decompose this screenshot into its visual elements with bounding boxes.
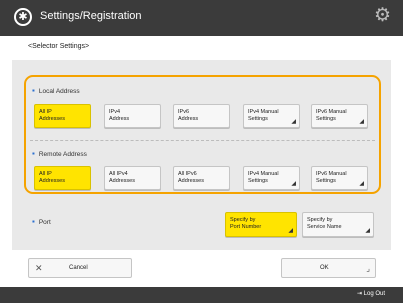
close-icon: ✕ [35, 263, 43, 273]
local-all-ip-button[interactable]: All IP Addresses [34, 104, 91, 128]
page-title: Settings/Registration [40, 10, 142, 22]
local-ipv6-button[interactable]: IPv6 Address [173, 104, 230, 128]
submenu-corner-icon: ◢ [365, 227, 370, 234]
submenu-corner-icon: ◢ [359, 118, 364, 125]
title-bar: ✱ Settings/Registration ⚙ [0, 0, 403, 36]
logout-button[interactable]: ⇥ Log Out [357, 290, 385, 297]
remote-ipv4-manual-button[interactable]: IPv4 Manual Settings ◢ [243, 166, 300, 190]
local-ipv6-manual-button[interactable]: IPv6 Manual Settings ◢ [311, 104, 368, 128]
bullet-icon: ▪ [32, 149, 35, 158]
bottom-bar: ⇥ Log Out [0, 287, 403, 303]
submenu-corner-icon: ◢ [291, 118, 296, 125]
submenu-corner-icon: ◢ [288, 227, 293, 234]
specify-by-service-name-button[interactable]: Specify by Service Name ◢ [302, 212, 374, 237]
bullet-icon: ▪ [32, 86, 35, 95]
bullet-icon: ▪ [32, 217, 35, 226]
checkmark-icon: ⌟ [366, 264, 370, 273]
local-address-label: ▪ Local Address [32, 86, 80, 95]
settings-star-icon: ✱ [14, 8, 32, 26]
specify-by-port-number-button[interactable]: Specify by Port Number ◢ [225, 212, 297, 237]
local-ipv4-button[interactable]: IPv4 Address [104, 104, 161, 128]
submenu-corner-icon: ◢ [359, 180, 364, 187]
cancel-button[interactable]: ✕ Cancel [28, 258, 132, 278]
screen-subtitle: <Selector Settings> [28, 43, 90, 50]
ok-button[interactable]: OK ⌟ [281, 258, 376, 278]
port-label: ▪ Port [32, 217, 51, 226]
remote-address-label: ▪ Remote Address [32, 149, 87, 158]
remote-all-ipv4-button[interactable]: All IPv4 Addresses [104, 166, 161, 190]
local-ipv4-manual-button[interactable]: IPv4 Manual Settings ◢ [243, 104, 300, 128]
logout-icon: ⇥ [356, 291, 362, 297]
section-divider [30, 140, 375, 141]
gear-icon[interactable]: ⚙ [374, 6, 391, 26]
remote-all-ipv6-button[interactable]: All IPv6 Addresses [173, 166, 230, 190]
submenu-corner-icon: ◢ [291, 180, 296, 187]
remote-all-ip-button[interactable]: All IP Addresses [34, 166, 91, 190]
remote-ipv6-manual-button[interactable]: IPv6 Manual Settings ◢ [311, 166, 368, 190]
